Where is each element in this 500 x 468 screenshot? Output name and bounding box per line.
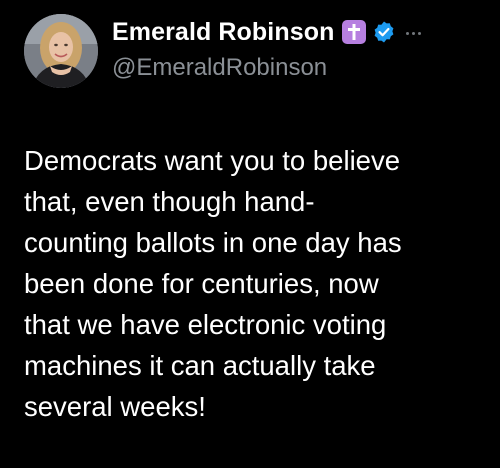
tweet-text-line: been done for centuries, now — [24, 268, 379, 299]
tweet-text-line: Democrats want you to believe — [24, 145, 401, 176]
avatar[interactable] — [24, 14, 98, 88]
tweet-header: Emerald Robinson @EmeraldRobinson — [112, 14, 492, 94]
tweet-text-line: that we have electronic voting — [24, 309, 387, 340]
cross-emoji-icon — [342, 20, 367, 44]
tweet-card: Emerald Robinson @EmeraldRobinson Democr… — [0, 0, 500, 468]
name-row: Emerald Robinson — [112, 14, 492, 50]
tweet-text-line: counting ballots in one day has — [24, 227, 402, 258]
tweet-text: Democrats want you to believe that, even… — [24, 140, 486, 427]
tweet-text-line: several weeks! — [24, 391, 206, 422]
tweet-text-line: that, even though hand- — [24, 186, 315, 217]
avatar-image — [24, 14, 98, 88]
user-handle[interactable]: @EmeraldRobinson — [112, 54, 492, 82]
verified-icon — [372, 20, 396, 44]
display-name[interactable]: Emerald Robinson — [112, 18, 334, 47]
tweet-text-line: machines it can actually take — [24, 350, 376, 381]
more-dots-icon[interactable] — [406, 19, 422, 45]
